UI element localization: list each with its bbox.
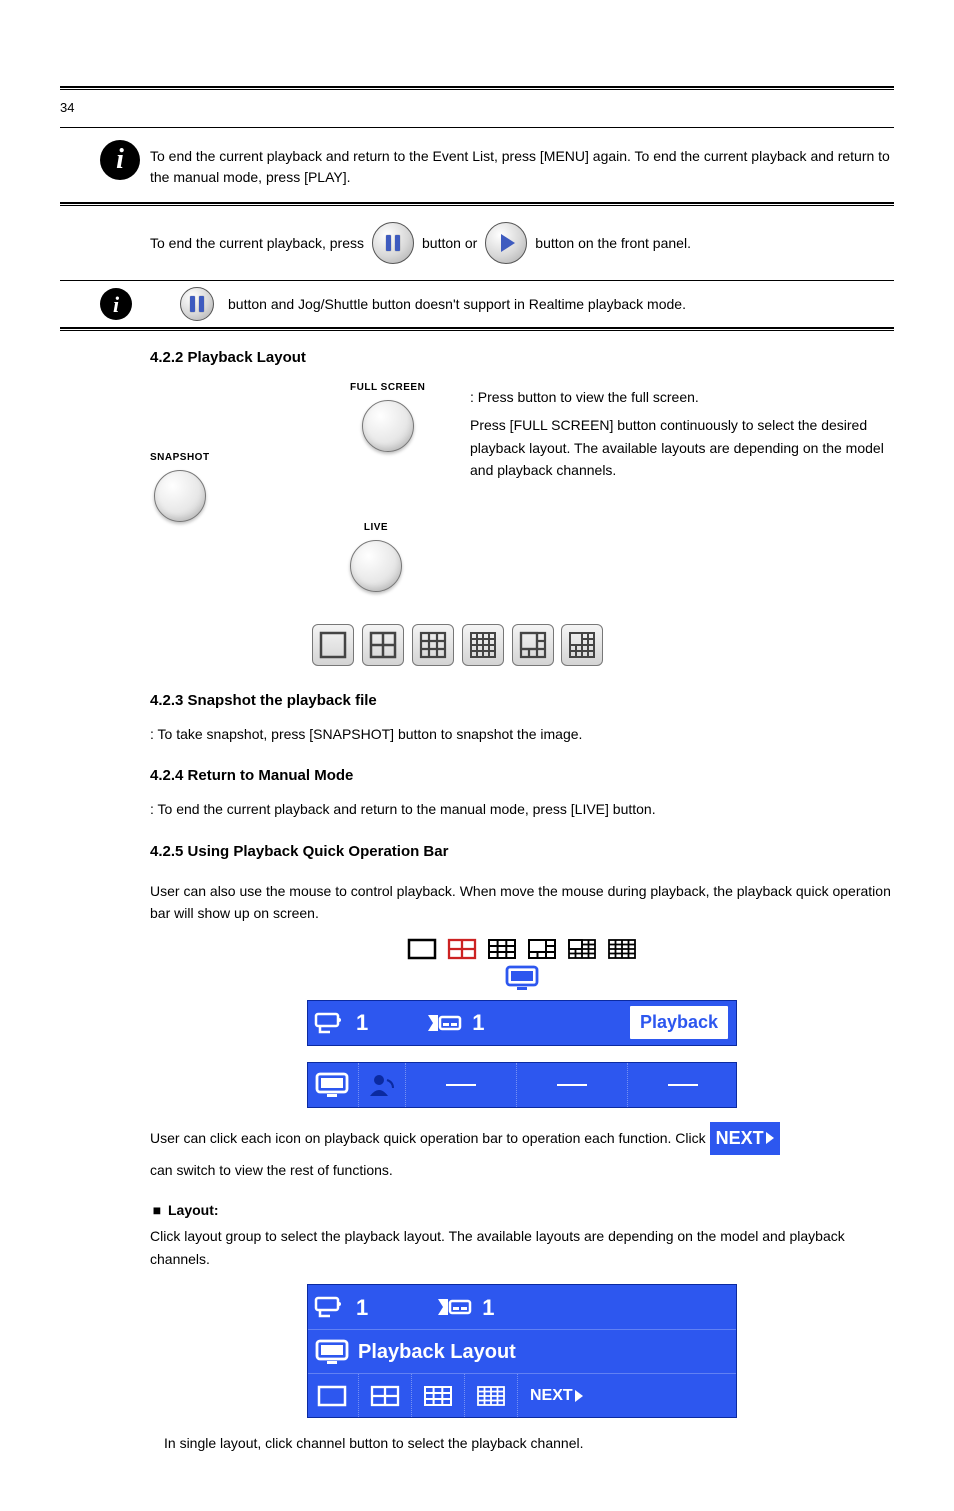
heading-4-2-5: 4.2.5 Using Playback Quick Operation Bar [60,831,894,864]
section-divider-2 [60,280,894,281]
monitor-icon [314,1071,350,1099]
layout-btn-3x3 [412,624,454,666]
mini-1plus12-icon [567,938,597,960]
live-label: LIVE [364,520,388,536]
page-number: 34 [60,96,894,121]
quick-osd-panel-1: 1 1 Playback [307,1000,737,1046]
play-icon [501,234,515,252]
layout-btn-2x2 [362,624,404,666]
info-note-pause: i button and Jog/Shuttle button doesn't … [60,287,894,321]
osd-1x1-icon [317,1385,347,1407]
layout-btn-1plus7 [512,624,554,666]
mini-1x1-icon [407,938,437,960]
fullscreen-desc: : Press button to view the full screen. [470,386,894,408]
hdd-icon [434,1295,474,1319]
monitor-icon [504,964,540,992]
quick-body: User can also use the mouse to control p… [60,864,894,1471]
info-note-eventlist-text: To end the current playback and return t… [150,140,894,188]
quick-para2-text2: can switch to view the rest of functions… [150,1159,393,1181]
layout-bullet-1: ■ Layout: Click layout group to select t… [150,1199,894,1270]
end-playback-text-end: button on the front panel. [535,232,691,254]
next-badge: NEXT [710,1122,780,1155]
playback-layout-osd: 1 1 Playback Layout [307,1284,737,1418]
next-label: NEXT [530,1383,573,1409]
camera-number: 1 [356,1290,368,1325]
osd-3x3-icon [423,1385,453,1407]
user-icon [367,1072,397,1098]
layout-btn-1x1 [312,624,354,666]
mini-layout-row [150,931,894,964]
live-body: : To end the current playback and return… [60,788,894,830]
mini-2x2-icon [447,938,477,960]
monitor-icon [314,1338,350,1366]
section-divider-1 [60,202,894,206]
fullscreen-button [362,400,414,452]
mini-3x3-icon [487,938,517,960]
chevron-right-icon [766,1132,774,1144]
heading-4-2-4: 4.2.4 Return to Manual Mode [60,755,894,788]
hdd-number: 1 [472,1005,484,1040]
playback-desc: Press [FULL SCREEN] button continuously … [470,414,894,481]
info-note-eventlist: i To end the current playback and return… [60,134,894,196]
quick-para2: User can click each icon on playback qui… [150,1122,894,1181]
end-playback-text: To end the current playback, press [150,232,364,254]
end-playback-text-mid: button or [422,232,477,254]
next-label: NEXT [716,1124,764,1153]
chevron-right-icon [575,1390,583,1402]
playback-pill: Playback [628,1004,730,1041]
pause-icon [386,235,400,251]
pause-button-inline-2 [180,287,214,321]
play-button-inline [485,222,527,264]
snapshot-label: SNAPSHOT [150,450,210,466]
hdd-icon [424,1011,464,1035]
snapshot-body: : To take snapshot, press [SNAPSHOT] but… [60,713,894,755]
snapshot-button [154,470,206,522]
pause-icon [190,296,204,312]
osd-next-badge: NEXT [526,1382,587,1410]
hdd-number: 1 [482,1290,494,1325]
layout-desc: Click layout group to select the playbac… [150,1225,894,1270]
live-button [350,540,402,592]
info-note-pause-text: button and Jog/Shuttle button doesn't su… [228,294,894,315]
end-playback-line: To end the current playback, press butto… [60,212,894,274]
layout-btn-4x4 [462,624,504,666]
top-thin-rule [60,127,894,128]
mini-monitor-row [150,964,894,992]
heading-4-2-3: 4.2.3 Snapshot the playback file [60,680,894,713]
layout-label: Layout: [168,1199,219,1221]
pause-button-inline [372,222,414,264]
layout-grid-buttons-row1 [310,620,894,670]
info-icon: i [100,140,140,180]
playback-layout-caption: Playback Layout [358,1336,516,1368]
layout-channel-desc: In single layout, click channel button t… [150,1432,894,1454]
top-double-rule [60,86,894,90]
heading-4-2-2: 4.2.2 Playback Layout [60,337,894,370]
mini-4x4-icon [607,938,637,960]
playback-layout-body: FULL SCREEN SNAPSHOT LIVE : Press button… [60,370,894,610]
quick-para1: User can also use the mouse to control p… [150,880,894,925]
camera-icon [314,1294,348,1320]
osd-2x2-icon [370,1385,400,1407]
fullscreen-label: FULL SCREEN [350,380,425,396]
section-divider-3 [60,327,894,331]
quick-osd-panel-2 [307,1062,737,1108]
camera-icon [314,1010,348,1036]
mini-1plus7-icon [527,938,557,960]
osd-4x4-icon [476,1385,506,1407]
camera-number: 1 [356,1005,368,1040]
quick-para2-text1: User can click each icon on playback qui… [150,1127,706,1149]
layout-btn-1plus12 [561,624,603,666]
info-icon: i [100,288,132,320]
